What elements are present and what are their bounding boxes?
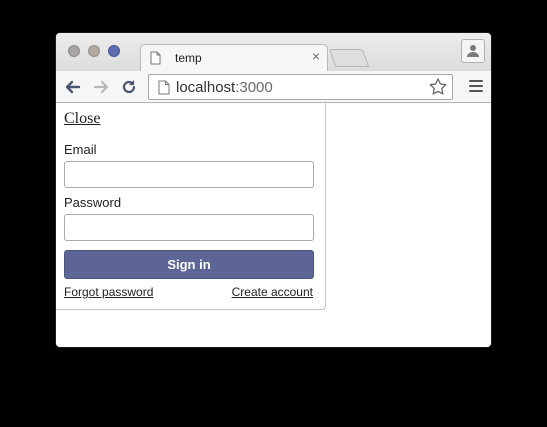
browser-tab[interactable]: temp ×	[140, 44, 328, 71]
close-link[interactable]: Close	[64, 110, 100, 128]
forgot-password-link[interactable]: Forgot password	[64, 285, 153, 299]
reload-icon[interactable]	[120, 78, 138, 96]
document-icon	[158, 80, 170, 100]
browser-window: temp × localhost:3000 Close Email Passwo…	[56, 33, 491, 347]
hamburger-menu-icon[interactable]	[469, 80, 483, 94]
login-panel: Close Email Password Sign in Forgot pass…	[56, 103, 326, 310]
password-field[interactable]	[64, 214, 314, 241]
title-bar: temp ×	[56, 33, 491, 71]
password-label: Password	[64, 195, 122, 210]
url-host: localhost	[176, 79, 236, 96]
browser-toolbar: localhost:3000	[56, 71, 491, 103]
profile-button[interactable]	[461, 39, 485, 63]
window-close-button[interactable]	[68, 45, 80, 57]
star-icon[interactable]	[428, 77, 448, 102]
email-label: Email	[64, 142, 97, 157]
window-maximize-button[interactable]	[108, 45, 120, 57]
email-field[interactable]	[64, 161, 314, 188]
create-account-link[interactable]: Create account	[232, 285, 313, 299]
tab-close-icon[interactable]: ×	[312, 48, 320, 64]
window-minimize-button[interactable]	[88, 45, 100, 57]
sign-in-button[interactable]: Sign in	[64, 250, 314, 279]
new-tab-button[interactable]	[328, 49, 370, 67]
document-icon	[150, 51, 161, 70]
arrow-right-icon[interactable]	[92, 78, 110, 96]
profile-icon	[467, 45, 479, 57]
url-port: :3000	[235, 79, 273, 96]
tab-title: temp	[175, 51, 202, 65]
page-content: Close Email Password Sign in Forgot pass…	[56, 103, 491, 347]
arrow-left-icon[interactable]	[64, 78, 82, 96]
address-bar[interactable]: localhost:3000	[148, 74, 453, 100]
url-text[interactable]: localhost:3000	[176, 79, 273, 96]
